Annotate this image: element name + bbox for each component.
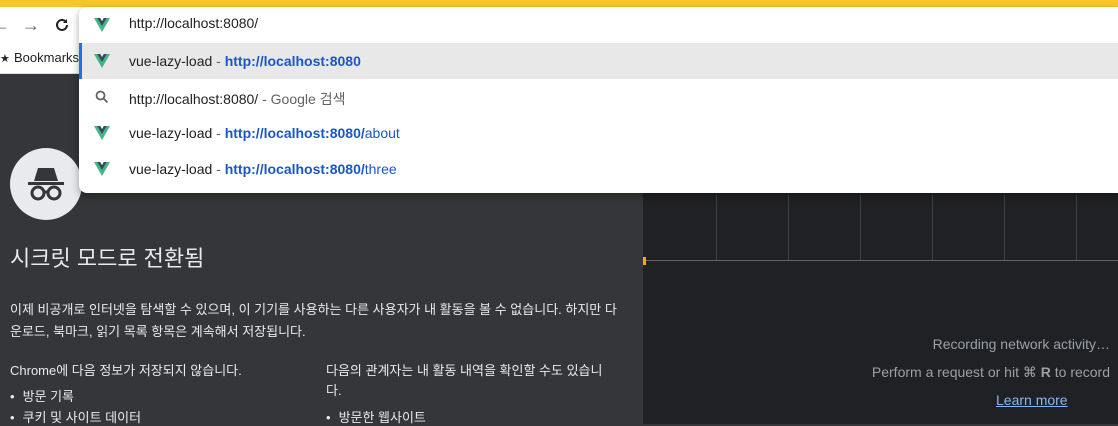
suggestion-title: vue-lazy-load [129, 161, 213, 177]
r-key: R [1040, 364, 1051, 380]
suggestion-url-path: about [364, 125, 400, 141]
omnibox-suggestion[interactable]: http://localhost:8080/ - Google 검색 [79, 79, 1118, 115]
recording-status: Recording network activity… [932, 336, 1110, 352]
not-saved-heading: Chrome에 다음 정보가 저장되지 않습니다. [10, 363, 242, 378]
learn-more-link[interactable]: Learn more [996, 392, 1068, 408]
forward-arrow-icon: → [22, 14, 40, 35]
incognito-description: 이제 비공개로 인터넷을 탐색할 수 있으며, 이 기기를 사용하는 다른 사용… [10, 302, 617, 339]
omnibox-dropdown: vue-lazy-load - http://localhost:8080 ht… [79, 7, 1118, 193]
suggestion-separator: - [212, 53, 225, 69]
vue-logo-icon [94, 54, 110, 68]
suggestion-separator: - [212, 161, 225, 177]
suggestion-separator: - [212, 125, 225, 141]
suggestion-title: vue-lazy-load [129, 53, 213, 69]
suggestion-title: http://localhost:8080/ [129, 91, 259, 107]
suggestion-url-path: three [364, 161, 397, 177]
timeline-gridline [932, 194, 933, 260]
suggestion-text: vue-lazy-load - http://localhost:8080 [129, 53, 361, 69]
vue-logo-icon [94, 18, 110, 32]
suggestion-suffix: Google 검색 [270, 91, 346, 107]
suggestion-text: vue-lazy-load - http://localhost:8080/th… [129, 161, 397, 177]
incognito-icon [10, 148, 82, 220]
vue-logo-icon [94, 162, 110, 176]
omnibox-suggestion[interactable]: vue-lazy-load - http://localhost:8080 [79, 43, 1118, 79]
network-timeline [646, 194, 1118, 261]
back-button[interactable]: ← [0, 14, 12, 36]
cmd-key-symbol: ⌘ [1022, 364, 1037, 380]
suggestion-url: http://localhost:8080/ [224, 125, 365, 141]
forward-button[interactable]: → [20, 14, 42, 36]
search-icon [95, 90, 109, 104]
reload-icon [56, 18, 68, 31]
suggestion-text: http://localhost:8080/ - Google 검색 [129, 89, 345, 109]
suggestion-title: vue-lazy-load [129, 125, 213, 141]
omnibox-input-row [79, 7, 1118, 43]
bookmark-star-icon: ★ [0, 53, 10, 65]
visible-to-heading: 다음의 관계자는 내 활동 내역을 확인할 수도 있습니다. [326, 363, 603, 398]
suggestion-separator: - [258, 91, 271, 107]
timeline-gridline [1004, 194, 1005, 260]
address-input[interactable] [129, 15, 1029, 31]
incognito-title: 시크릿 모드로 전환됨 [10, 246, 205, 271]
tab-strip [0, 0, 1118, 7]
reload-button[interactable] [51, 14, 73, 36]
not-saved-item: 방문 기록 [10, 386, 74, 405]
bookmarks-label[interactable]: Bookmarks [14, 50, 79, 65]
visible-to-item: 방문한 웹사이트 [326, 407, 426, 426]
timeline-gridline [860, 194, 861, 260]
omnibox-suggestion[interactable]: vue-lazy-load - http://localhost:8080/th… [79, 151, 1118, 187]
suggestion-url: http://localhost:8080/ [224, 161, 365, 177]
not-saved-item: 쿠키 및 사이트 데이터 [10, 407, 141, 426]
suggestion-text: vue-lazy-load - http://localhost:8080/ab… [129, 125, 400, 141]
suggestion-url: http://localhost:8080 [224, 53, 361, 69]
record-hint: Perform a request or hit ⌘ R to record [872, 364, 1110, 381]
timeline-gridline [1076, 194, 1077, 260]
omnibox-suggestion[interactable]: vue-lazy-load - http://localhost:8080/ab… [79, 115, 1118, 151]
record-hint-prefix: Perform a request or hit [871, 364, 1023, 380]
back-arrow-icon: ← [0, 14, 10, 35]
vue-logo-icon [94, 126, 110, 140]
timeline-gridline [788, 194, 789, 260]
record-hint-suffix: to record [1050, 364, 1110, 380]
timeline-gridline [716, 194, 717, 260]
